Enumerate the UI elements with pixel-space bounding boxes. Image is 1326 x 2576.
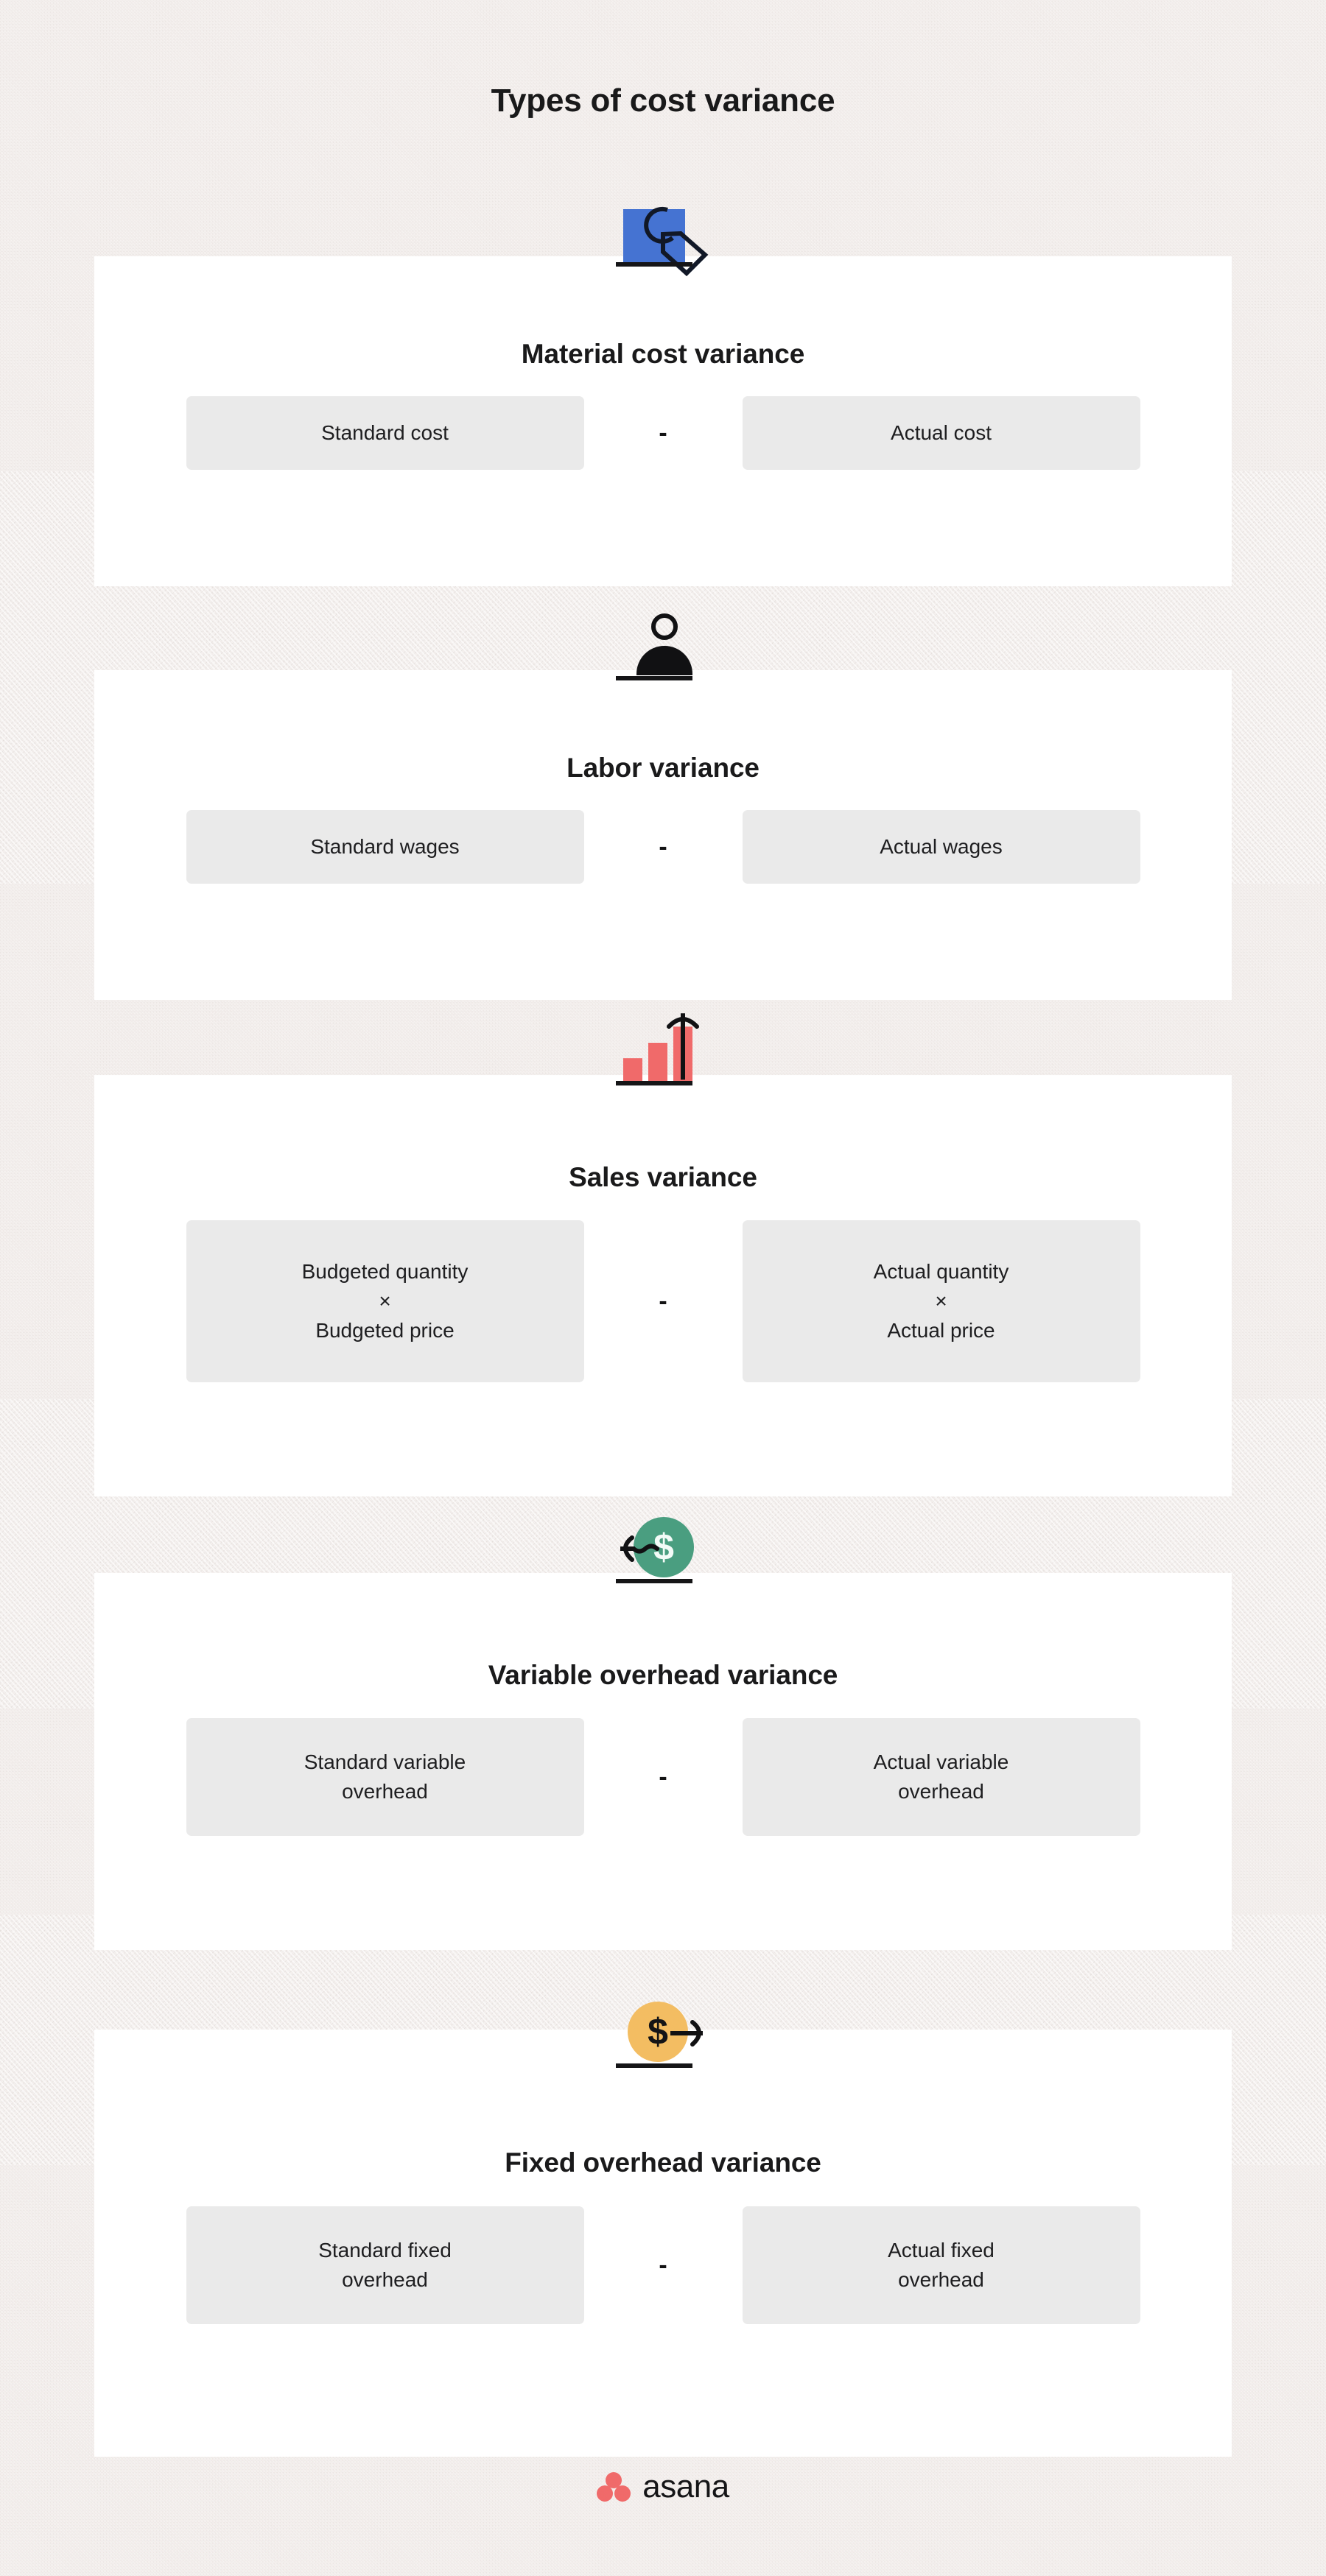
price-tag-box-icon — [589, 190, 737, 278]
formula-row: Standard variable overhead - Actual vari… — [94, 1718, 1232, 1836]
card-title: Material cost variance — [521, 339, 805, 369]
formula-term-right: Actual cost — [742, 396, 1140, 470]
person-head-shape — [651, 613, 678, 640]
term-line: Actual wages — [880, 835, 1003, 859]
term-line: Actual quantity — [873, 1260, 1009, 1284]
term-line: Standard cost — [321, 421, 449, 445]
term-line: overhead — [898, 2268, 984, 2291]
dollar-coin-right-arrow-icon: $ — [589, 1991, 737, 2080]
brand-wordmark: asana — [642, 2468, 729, 2505]
formula-operator: - — [659, 1763, 667, 1791]
baseline-rule — [616, 1081, 692, 1085]
variance-card-variable-overhead: $ Variable overhead variance Standard va… — [94, 1517, 1232, 1950]
variance-card-fixed-overhead: $ Fixed overhead variance Standard fixed… — [94, 2002, 1232, 2457]
term-line: Standard fixed — [318, 2239, 452, 2262]
formula-term-right: Actual fixed overhead — [742, 2206, 1140, 2324]
dollar-coin-left-arrow-icon: $ — [589, 1507, 737, 1595]
infographic-page: Types of cost variance Material cost var… — [0, 0, 1326, 2576]
term-line: × — [379, 1289, 391, 1313]
term-line: Budgeted price — [315, 1318, 455, 1342]
logo-dot — [614, 2485, 631, 2502]
asana-logo-icon — [597, 2472, 631, 2502]
formula-row: Standard cost - Actual cost — [94, 396, 1232, 470]
term-line: × — [935, 1289, 947, 1313]
page-title: Types of cost variance — [491, 82, 835, 119]
formula-term-left: Standard fixed overhead — [186, 2206, 584, 2324]
formula-term-left: Standard wages — [186, 810, 584, 884]
card-title: Labor variance — [566, 753, 760, 783]
formula-term-left: Standard cost — [186, 396, 584, 470]
formula-row: Standard fixed overhead - Actual fixed o… — [94, 2206, 1232, 2324]
term-line: Actual cost — [891, 421, 992, 445]
logo-dot — [597, 2485, 614, 2502]
formula-term-right: Actual quantity × Actual price — [742, 1220, 1140, 1382]
formula-term-right: Actual variable overhead — [742, 1718, 1140, 1836]
card-title: Variable overhead variance — [488, 1660, 838, 1690]
formula-operator: - — [659, 833, 667, 861]
formula-row: Budgeted quantity × Budgeted price - Act… — [94, 1220, 1232, 1382]
formula-term-right: Actual wages — [742, 810, 1140, 884]
term-line: Standard variable — [304, 1750, 466, 1774]
formula-row: Standard wages - Actual wages — [94, 810, 1232, 884]
baseline-rule — [616, 2063, 692, 2068]
baseline-rule — [616, 262, 692, 267]
card-icon-slot: $ — [94, 1507, 1232, 1595]
term-line: Standard wages — [310, 835, 460, 859]
formula-term-left: Budgeted quantity × Budgeted price — [186, 1220, 584, 1382]
card-icon-slot — [94, 190, 1232, 278]
card-icon-slot — [94, 1009, 1232, 1097]
person-body-shape — [636, 646, 692, 675]
variance-card-labor: Labor variance Standard wages - Actual w… — [94, 613, 1232, 1000]
term-line: Actual variable — [873, 1750, 1009, 1774]
card-title: Fixed overhead variance — [505, 2147, 821, 2178]
formula-operator: - — [659, 419, 667, 447]
footer-brand: asana — [0, 2468, 1326, 2505]
card-icon-slot — [94, 604, 1232, 692]
term-line: overhead — [342, 2268, 428, 2291]
term-line: Actual fixed — [888, 2239, 994, 2262]
card-icon-slot: $ — [94, 1991, 1232, 2080]
formula-term-left: Standard variable overhead — [186, 1718, 584, 1836]
variance-card-sales: Sales variance Budgeted quantity × Budge… — [94, 1013, 1232, 1496]
term-line: Budgeted quantity — [301, 1260, 469, 1284]
term-line: overhead — [342, 1780, 428, 1803]
person-icon — [589, 604, 737, 692]
term-line: Actual price — [887, 1318, 995, 1342]
bar-chart-up-icon — [589, 1009, 737, 1097]
card-title: Sales variance — [569, 1162, 757, 1192]
baseline-rule — [616, 676, 692, 680]
formula-operator: - — [659, 2251, 667, 2279]
formula-operator: - — [659, 1287, 667, 1315]
variance-card-material: Material cost variance Standard cost - A… — [94, 206, 1232, 586]
term-line: overhead — [898, 1780, 984, 1803]
baseline-rule — [616, 1579, 692, 1583]
